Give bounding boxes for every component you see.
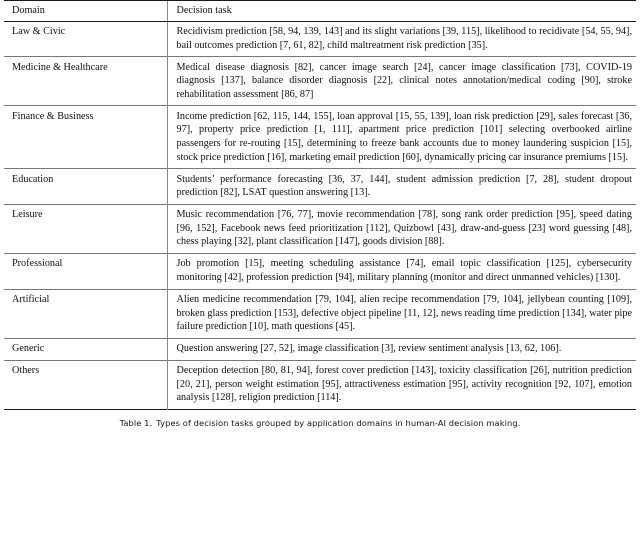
row-domain-law-civic: Law & Civic [12, 26, 66, 38]
table-row: Professional Job promotion [15], meeting… [4, 252, 636, 290]
row-task-professional: Job promotion [15], meeting scheduling a… [166, 252, 636, 290]
decision-tasks-table: Domain Decision task Law & Civic Recidiv… [4, 0, 636, 410]
row-task-finance-business: Income prediction [62, 115, 144, 155], l… [166, 105, 636, 169]
row-task-law-civic: Recidivism prediction [58, 94, 139, 143]… [166, 21, 636, 57]
row-task-others: Deception detection [80, 81, 94], forest… [166, 359, 636, 410]
row-domain-medicine-healthcare: Medicine & Healthcare [4, 56, 167, 106]
table-row: Finance & Business Income prediction [62… [4, 105, 636, 169]
row-task-medicine-healthcare: Medical disease diagnosis [82], cancer i… [166, 56, 636, 106]
table-figure-page: Domain Decision task Law & Civic Recidiv… [0, 0, 640, 550]
caption-number: Table 1. [119, 418, 153, 428]
row-domain-education: Education [4, 168, 167, 205]
row-task-education: Students’ performance forecasting [36, 3… [166, 168, 636, 205]
table-row: Education Students’ performance forecast… [4, 168, 636, 205]
table-caption: Table 1. Types of decision tasks grouped … [0, 410, 640, 428]
row-domain-leisure: Leisure [4, 203, 167, 254]
row-domain-others: Others [4, 359, 167, 410]
table-container: Domain Decision task Law & Civic Recidiv… [0, 0, 640, 410]
row-domain-finance-business: Finance & Business [4, 105, 167, 169]
table-row: Generic Question answering [27, 52], ima… [4, 337, 636, 361]
caption-text: Types of decision tasks grouped by appli… [156, 418, 521, 428]
table-row: Law & Civic Recidivism prediction [58, 9… [4, 21, 636, 57]
table-row: Others Deception detection [80, 81, 94],… [4, 359, 636, 410]
column-header-decision-task: Decision task [166, 0, 636, 22]
row-domain-professional: Professional [4, 252, 167, 290]
table-row: Medicine & Healthcare Medical disease di… [4, 56, 636, 106]
row-domain-generic: Generic [4, 337, 167, 361]
table-row: Leisure Music recommendation [76, 77], m… [4, 203, 636, 254]
row-task-leisure: Music recommendation [76, 77], movie rec… [166, 203, 636, 254]
row-task-generic: Question answering [27, 52], image class… [166, 337, 636, 361]
column-header-domain: Domain [4, 0, 167, 22]
row-task-artificial: Alien medicine recommendation [79, 104],… [166, 288, 636, 339]
table-header-row: Domain Decision task [4, 0, 636, 22]
row-domain-artificial: Artificial [4, 288, 167, 339]
table-row: Artificial Alien medicine recommendation… [4, 288, 636, 339]
